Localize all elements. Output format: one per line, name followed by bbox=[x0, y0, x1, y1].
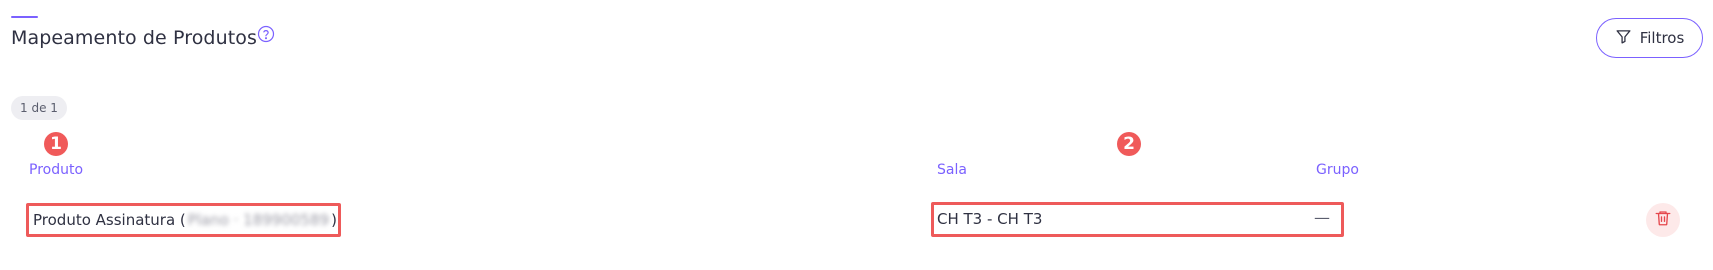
filters-label: Filtros bbox=[1639, 29, 1685, 47]
funnel-icon bbox=[1615, 28, 1632, 49]
title-accent-bar bbox=[11, 16, 38, 18]
filters-button[interactable]: Filtros bbox=[1596, 18, 1703, 58]
column-header-grupo: Grupo bbox=[1316, 162, 1359, 178]
annotation-marker-2: 2 bbox=[1117, 132, 1141, 156]
page-title: Mapeamento de Produtos bbox=[11, 27, 257, 49]
product-mapping-page: Mapeamento de Produtos Filtros 1 de 1 1 … bbox=[0, 0, 1713, 270]
table-row-sala-cell: CH T3 - CH T3 bbox=[937, 210, 1043, 228]
results-count-badge: 1 de 1 bbox=[11, 96, 67, 120]
table-row-grupo-cell: — bbox=[1314, 208, 1330, 227]
table-row-produto-cell: Produto Assinatura ( Plano · 189900589 ) bbox=[26, 203, 341, 237]
delete-row-button[interactable] bbox=[1646, 203, 1680, 237]
trash-icon bbox=[1654, 209, 1672, 231]
question-circle-icon[interactable] bbox=[257, 25, 275, 43]
produto-redacted-id: Plano · 189900589 bbox=[187, 211, 330, 229]
column-header-produto: Produto bbox=[29, 162, 84, 178]
produto-name-suffix: ) bbox=[331, 211, 337, 229]
column-header-sala: Sala bbox=[937, 162, 967, 178]
produto-name-prefix: Produto Assinatura ( bbox=[33, 211, 186, 229]
annotation-marker-1: 1 bbox=[44, 132, 68, 156]
